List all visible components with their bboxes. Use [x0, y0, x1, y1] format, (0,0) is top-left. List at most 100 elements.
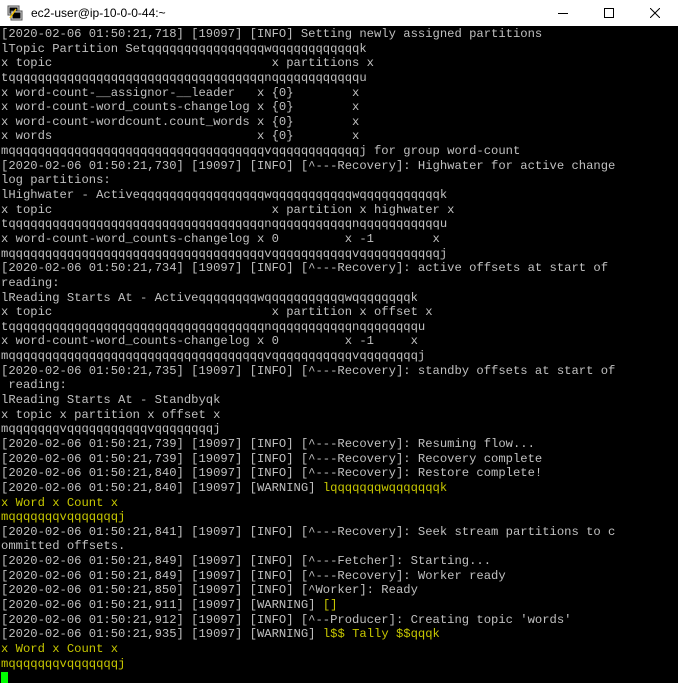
highlighted-text: l$$ Tally $$qqqk [322, 627, 440, 642]
log-text: reading: [1, 275, 60, 290]
terminal-line: mqqqqqqqqqqqqqqqqqqqqqqqqqqqqqqqqqqqvqqq… [1, 349, 675, 364]
terminal-line: mqqqqqqqqqqqqqqqqqqqqqqqqqqqqqqqqqqqvqqq… [1, 144, 675, 159]
log-text: tqqqqqqqqqqqqqqqqqqqqqqqqqqqqqqqqqqqnqqq… [1, 217, 448, 232]
log-text: mqqqqqqqvqqqqqqqqqqqvqqqqqqqqj [1, 422, 221, 437]
log-text: mqqqqqqqqqqqqqqqqqqqqqqqqqqqqqqqqqqqvqqq… [1, 349, 426, 364]
log-text: mqqqqqqqqqqqqqqqqqqqqqqqqqqqqqqqqqqqvqqq… [1, 246, 448, 261]
close-button[interactable] [632, 0, 678, 26]
log-text: [2020-02-06 01:50:21,841] [19097] [INFO]… [1, 524, 616, 539]
log-text: [2020-02-06 01:50:21,849] [19097] [INFO]… [1, 568, 506, 583]
terminal-line: [2020-02-06 01:50:21,911] [19097] [WARNI… [1, 598, 675, 613]
log-text: [2020-02-06 01:50:21,718] [19097] [INFO]… [1, 27, 543, 41]
terminal-line: [2020-02-06 01:50:21,849] [19097] [INFO]… [1, 554, 675, 569]
highlighted-text: mqqqqqqqvqqqqqqqj [1, 656, 126, 671]
terminal-line: [2020-02-06 01:50:21,850] [19097] [INFO]… [1, 583, 675, 598]
terminal-line: reading: [1, 276, 675, 291]
window-title: ec2-user@ip-10-0-0-44:~ [31, 6, 166, 20]
log-text: x words x {0} x [1, 129, 360, 144]
log-text: [2020-02-06 01:50:21,849] [19097] [INFO]… [1, 554, 492, 569]
terminal-line: [2020-02-06 01:50:21,912] [19097] [INFO]… [1, 613, 675, 628]
terminal-line: lTopic Partition Setqqqqqqqqqqqqqqqqwqqq… [1, 42, 675, 57]
cursor [1, 672, 8, 683]
highlighted-text: mqqqqqqqvqqqqqqqj [1, 510, 126, 525]
highlighted-text: lqqqqqqqwqqqqqqqk [322, 480, 448, 495]
title-bar[interactable]: ec2-user@ip-10-0-0-44:~ [0, 0, 678, 26]
terminal-line: [2020-02-06 01:50:21,739] [19097] [INFO]… [1, 452, 675, 467]
terminal-line: x Word x Count x [1, 496, 675, 511]
terminal-line: x word-count-word_counts-changelog x 0 x… [1, 232, 675, 247]
terminal-line: mqqqqqqqvqqqqqqqj [1, 657, 675, 672]
terminal-line: x Word x Count x [1, 642, 675, 657]
highlighted-text: [] [322, 597, 338, 612]
log-text: [2020-02-06 01:50:21,734] [19097] [INFO]… [1, 261, 609, 276]
log-text: x topic x partition x offset x [1, 407, 221, 422]
maximize-icon [604, 8, 614, 18]
minimize-icon [558, 13, 568, 14]
terminal-line: [2020-02-06 01:50:21,849] [19097] [INFO]… [1, 569, 675, 584]
log-text: lTopic Partition Setqqqqqqqqqqqqqqqqwqqq… [1, 41, 367, 56]
log-text: [2020-02-06 01:50:21,730] [19097] [INFO]… [1, 158, 616, 173]
log-text: tqqqqqqqqqqqqqqqqqqqqqqqqqqqqqqqqqqqnqqq… [1, 319, 426, 334]
scrollbar[interactable] [674, 27, 678, 683]
log-text: [2020-02-06 01:50:21,850] [19097] [INFO]… [1, 583, 418, 598]
terminal-line: mqqqqqqqvqqqqqqqj [1, 510, 675, 525]
terminal-line: [2020-02-06 01:50:21,734] [19097] [INFO]… [1, 261, 675, 276]
minimize-button[interactable] [540, 0, 586, 26]
terminal-line: log partitions: [1, 173, 675, 188]
terminal-line: lReading Starts At - Standbyqk [1, 393, 675, 408]
terminal-line: [2020-02-06 01:50:21,730] [19097] [INFO]… [1, 159, 675, 174]
terminal-line: [2020-02-06 01:50:21,935] [19097] [WARNI… [1, 627, 675, 642]
highlighted-text: x Word x Count x [1, 495, 119, 510]
log-text: [2020-02-06 01:50:21,739] [19097] [INFO]… [1, 451, 543, 466]
log-text: [2020-02-06 01:50:21,935] [19097] [WARNI… [1, 627, 323, 642]
terminal-line: x word-count-word_counts-changelog x 0 x… [1, 334, 675, 349]
log-text: lHighwater - Activeqqqqqqqqqqqqqqqqqwqqq… [1, 188, 448, 203]
terminal-line: [2020-02-06 01:50:21,739] [19097] [INFO]… [1, 437, 675, 452]
highlighted-text: x Word x Count x [1, 641, 119, 656]
terminal-line: x words x {0} x [1, 129, 675, 144]
terminal-line: x word-count-wordcount.count_words x {0}… [1, 115, 675, 130]
log-text: [2020-02-06 01:50:21,735] [19097] [INFO]… [1, 363, 616, 378]
terminal-line: x word-count-word_counts-changelog x {0}… [1, 100, 675, 115]
terminal-line: mqqqqqqqvqqqqqqqqqqqvqqqqqqqqj [1, 422, 675, 437]
log-text: lReading Starts At - Activeqqqqqqqqwqqqq… [1, 290, 418, 305]
terminal-line: tqqqqqqqqqqqqqqqqqqqqqqqqqqqqqqqqqqqnqqq… [1, 320, 675, 335]
terminal-line: x topic x partition x highwater x [1, 203, 675, 218]
log-text: [2020-02-06 01:50:21,739] [19097] [INFO]… [1, 436, 535, 451]
log-text: lReading Starts At - Standbyqk [1, 393, 221, 408]
log-text: ommitted offsets. [1, 539, 126, 554]
log-text: tqqqqqqqqqqqqqqqqqqqqqqqqqqqqqqqqqqqnqqq… [1, 70, 367, 85]
window-controls [540, 0, 678, 26]
prompt-line [1, 671, 675, 683]
terminal-line: [2020-02-06 01:50:21,841] [19097] [INFO]… [1, 525, 675, 540]
log-text: [2020-02-06 01:50:21,912] [19097] [INFO]… [1, 612, 572, 627]
log-text: x topic x partitions x [1, 56, 374, 71]
log-text: mqqqqqqqqqqqqqqqqqqqqqqqqqqqqqqqqqqqvqqq… [1, 144, 521, 159]
terminal-output[interactable]: [2020-02-06 01:50:21,718] [19097] [INFO]… [0, 27, 675, 683]
log-text: reading: [1, 378, 67, 393]
close-icon [650, 8, 660, 18]
terminal-line: [2020-02-06 01:50:21,735] [19097] [INFO]… [1, 364, 675, 379]
log-text: x word-count-wordcount.count_words x {0}… [1, 114, 360, 129]
terminal-line: tqqqqqqqqqqqqqqqqqqqqqqqqqqqqqqqqqqqnqqq… [1, 217, 675, 232]
terminal-line: x topic x partition x offset x [1, 408, 675, 423]
log-text: x word-count-word_counts-changelog x {0}… [1, 100, 360, 115]
terminal-line: mqqqqqqqqqqqqqqqqqqqqqqqqqqqqqqqqqqqvqqq… [1, 247, 675, 262]
log-text: [2020-02-06 01:50:21,911] [19097] [WARNI… [1, 597, 323, 612]
terminal-line: lHighwater - Activeqqqqqqqqqqqqqqqqqwqqq… [1, 188, 675, 203]
terminal-line: ommitted offsets. [1, 539, 675, 554]
log-text: log partitions: [1, 173, 111, 188]
log-text: [2020-02-06 01:50:21,840] [19097] [INFO]… [1, 466, 543, 481]
log-text: x topic x partition x highwater x [1, 202, 455, 217]
terminal-window: ec2-user@ip-10-0-0-44:~ [2020-02-06 01:5… [0, 0, 678, 683]
maximize-button[interactable] [586, 0, 632, 26]
terminal-line: [2020-02-06 01:50:21,718] [19097] [INFO]… [1, 27, 675, 42]
terminal-line: tqqqqqqqqqqqqqqqqqqqqqqqqqqqqqqqqqqqnqqq… [1, 71, 675, 86]
terminal-line: lReading Starts At - Activeqqqqqqqqwqqqq… [1, 291, 675, 306]
log-text: [2020-02-06 01:50:21,840] [19097] [WARNI… [1, 480, 323, 495]
terminal-line: x topic x partition x offset x [1, 305, 675, 320]
terminal-line: [2020-02-06 01:50:21,840] [19097] [WARNI… [1, 481, 675, 496]
log-text: x word-count-word_counts-changelog x 0 x… [1, 334, 418, 349]
log-text: x topic x partition x offset x [1, 305, 433, 320]
terminal-line: reading: [1, 378, 675, 393]
